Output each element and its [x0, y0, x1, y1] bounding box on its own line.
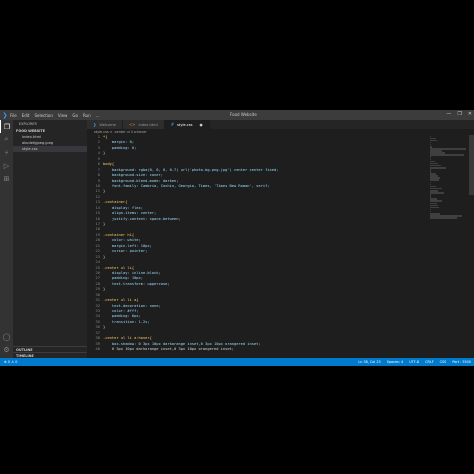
vscode-logo-icon: ❯: [2, 111, 8, 119]
tab-welcome[interactable]: ❯ Welcome: [87, 120, 123, 129]
vertical-scrollbar[interactable]: [469, 135, 474, 195]
minimap-line: [430, 217, 457, 219]
line-ending[interactable]: CRLF: [425, 360, 434, 364]
code-text: }: [103, 325, 106, 330]
menu-go[interactable]: Go: [72, 113, 78, 118]
maximize-icon[interactable]: ❐: [457, 111, 461, 117]
vscode-window: ❯ File Edit Selection View Go Run ... Fo…: [0, 110, 474, 366]
live-server-port[interactable]: Port : 5500: [452, 360, 471, 364]
minimap-line: [430, 139, 437, 142]
search-icon[interactable]: ⌕: [0, 133, 13, 146]
close-icon[interactable]: ✕: [468, 111, 472, 117]
window-title: Food Website: [230, 112, 257, 117]
window-controls: — ❐ ✕: [446, 111, 472, 117]
activity-bar: ❐ ⌕ ⑂ ▷ ⊞ ◯ ⚙: [0, 120, 13, 358]
code-text: }: [103, 151, 106, 156]
account-icon[interactable]: ◯: [0, 330, 13, 343]
menu-run[interactable]: Run: [83, 113, 91, 118]
explorer-header: EXPLORER: [19, 122, 37, 126]
code-text: padding: 0;: [103, 145, 137, 150]
explorer-sidebar: EXPLORER FOOD WEBSITE index.html abcdefg…: [13, 120, 87, 358]
problems-indicator[interactable]: ⊗ 0 ⚠ 0: [4, 360, 17, 364]
code-text: transition: 1.2s;: [103, 319, 150, 324]
minimap-line: [430, 154, 464, 156]
tab-label: style.css: [177, 122, 193, 127]
code-text: 0 3px 10px darkorange inset,0 3px 10px o…: [103, 347, 234, 352]
status-bar: ⊗ 0 ⚠ 0 Ln 38, Col 23 Spaces: 4 UTF-8 CR…: [0, 358, 474, 366]
menu-selection[interactable]: Selection: [34, 113, 52, 118]
menu-more[interactable]: ...: [96, 113, 100, 118]
minimize-icon[interactable]: —: [446, 111, 451, 117]
file-style-css[interactable]: style.css: [13, 146, 87, 152]
menu-view[interactable]: View: [58, 113, 68, 118]
tab-label: Welcome: [99, 122, 116, 127]
tab-style-css[interactable]: # style.css ●: [164, 120, 210, 129]
title-bar: ❯ File Edit Selection View Go Run ... Fo…: [0, 110, 474, 120]
minimap-line: [430, 166, 446, 169]
code-text: justify-content: space-between;: [103, 216, 181, 221]
extensions-icon[interactable]: ⊞: [0, 172, 13, 185]
encoding[interactable]: UTF-8: [409, 360, 419, 364]
menu-edit[interactable]: Edit: [22, 113, 30, 118]
indentation[interactable]: Spaces: 4: [387, 360, 403, 364]
minimap-line: [430, 192, 444, 194]
explorer-icon[interactable]: ❐: [0, 120, 13, 133]
code-editor[interactable]: 1 *{2 margin: 0; 3 padding: 0; 4} 5 6 body{7 b…: [87, 135, 427, 358]
code-line[interactable]: 40 0 3px 10px darkorange inset,0 3px 10p…: [87, 347, 427, 352]
settings-gear-icon[interactable]: ⚙: [0, 343, 13, 356]
unsaved-dot-icon[interactable]: ●: [200, 123, 203, 127]
editor-tabs: ❯ Welcome <> index.html # style.css ●: [87, 120, 474, 129]
code-text: }: [103, 254, 106, 259]
menu-file[interactable]: File: [10, 113, 17, 118]
cursor-position[interactable]: Ln 38, Col 23: [358, 360, 380, 364]
language-mode[interactable]: CSS: [440, 360, 447, 364]
code-text: }: [103, 189, 106, 194]
code-text: }: [103, 287, 106, 292]
minimap-line: [430, 179, 439, 182]
tab-index-html[interactable]: <> index.html: [122, 120, 165, 129]
code-text: font-family: Cambria, Cochin, Georgia, T…: [103, 183, 270, 188]
code-text: }: [103, 222, 106, 226]
tab-label: index.html: [138, 122, 158, 127]
css-file-icon: #: [170, 122, 175, 127]
vscode-tab-icon: ❯: [93, 122, 97, 127]
minimap-line: [430, 206, 440, 209]
line-number: 40: [95, 347, 100, 352]
source-control-icon[interactable]: ⑂: [0, 146, 13, 159]
run-debug-icon[interactable]: ▷: [0, 159, 13, 172]
html-file-icon: <>: [128, 122, 136, 127]
minimap[interactable]: [430, 135, 468, 358]
code-text: cursor: pointer;: [103, 249, 148, 254]
code-text: text-transform: uppercase;: [103, 281, 170, 286]
